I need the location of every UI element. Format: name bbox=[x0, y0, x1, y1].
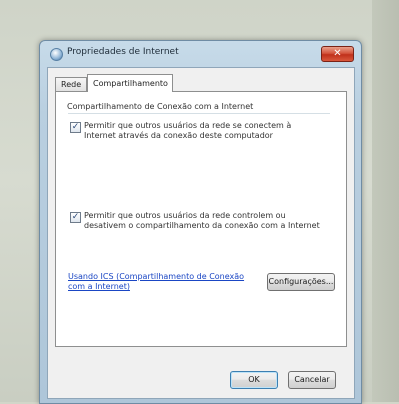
sharing-panel: Compartilhamento de Conexão com a Intern… bbox=[55, 91, 347, 347]
cancel-button[interactable]: Cancelar bbox=[288, 371, 336, 389]
tab-compartilhamento[interactable]: Compartilhamento bbox=[87, 74, 173, 92]
internet-options-icon bbox=[50, 48, 63, 61]
window-title: Propriedades de Internet bbox=[67, 47, 179, 57]
ok-button[interactable]: OK bbox=[230, 371, 278, 389]
internet-properties-dialog: Propriedades de Internet ✕ Rede Comparti… bbox=[39, 40, 362, 404]
allow-control-checkbox[interactable]: ✓ bbox=[70, 212, 81, 223]
tab-rede[interactable]: Rede bbox=[55, 77, 87, 91]
group-divider bbox=[68, 113, 330, 114]
close-button[interactable]: ✕ bbox=[321, 46, 354, 62]
group-title: Compartilhamento de Conexão com a Intern… bbox=[67, 102, 254, 111]
checkmark-icon: ✓ bbox=[71, 212, 80, 222]
allow-control-label: Permitir que outros usuários da rede con… bbox=[84, 211, 320, 230]
ics-help-link[interactable]: Usando ICS (Compartilhamento de Conexão … bbox=[68, 272, 258, 292]
allow-connect-label: Permitir que outros usuários da rede se … bbox=[84, 121, 292, 140]
checkmark-icon: ✓ bbox=[71, 122, 80, 132]
title-bar[interactable]: Propriedades de Internet ✕ bbox=[40, 41, 361, 67]
allow-connect-checkbox[interactable]: ✓ bbox=[70, 122, 81, 133]
dialog-client-area: Rede Compartilhamento Compartilhamento d… bbox=[47, 67, 355, 399]
desktop-shadow bbox=[372, 0, 399, 402]
settings-button[interactable]: Configurações... bbox=[267, 273, 335, 291]
